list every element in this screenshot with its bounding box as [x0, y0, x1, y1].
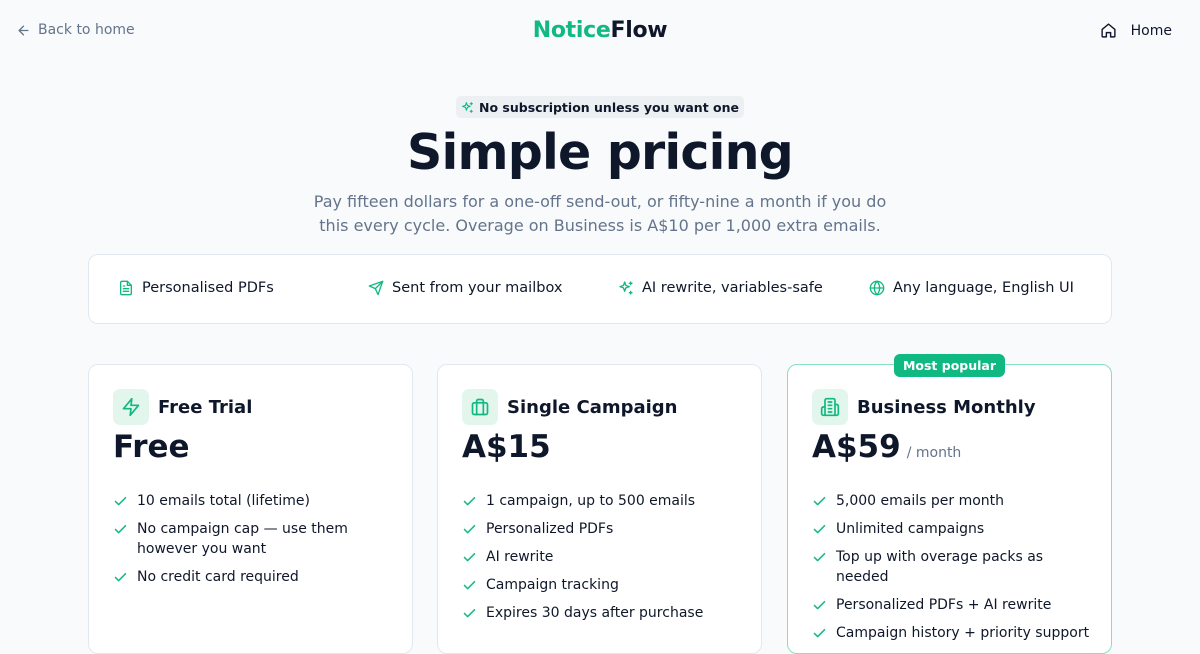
features-strip: Personalised PDFs Sent from your mailbox… [88, 254, 1112, 324]
plan-feature-item: Campaign tracking [462, 575, 742, 595]
plan-feature-item: 5,000 emails per month [812, 491, 1092, 511]
feature-personalised-pdfs: Personalised PDFs [118, 280, 274, 296]
plan-icon-box [462, 389, 498, 425]
feature-sent-from-mailbox: Sent from your mailbox [368, 280, 562, 296]
plan-card-single-campaign: Single Campaign A$15 1 campaign, up to 5… [437, 364, 762, 654]
plan-feature-text: 5,000 emails per month [836, 493, 1005, 509]
plan-feature-text: No credit card required [137, 569, 299, 585]
plan-name: Free Trial [158, 396, 253, 418]
check-icon [463, 496, 476, 506]
feature-any-language: Any language, English UI [869, 280, 1074, 296]
plan-feature-text: Expires 30 days after purchase [486, 605, 704, 621]
feature-label: Sent from your mailbox [392, 280, 563, 296]
plan-feature-item: Campaign history + priority support [812, 623, 1092, 643]
plan-feature-text: 10 emails total (lifetime) [137, 493, 310, 509]
plan-feature-text: Campaign history + priority support [836, 625, 1090, 641]
plan-feature-text: Unlimited campaigns [836, 521, 985, 537]
plan-feature-text: Personalized PDFs + AI rewrite [836, 597, 1052, 613]
zap-icon [122, 397, 140, 417]
check-icon [114, 524, 127, 534]
plan-feature-item: Unlimited campaigns [812, 519, 1092, 539]
plan-feature-text: 1 campaign, up to 500 emails [486, 493, 696, 509]
plan-icon-box [812, 389, 848, 425]
plan-feature-text: No campaign cap — use them however you w… [137, 521, 348, 557]
plan-feature-item: 10 emails total (lifetime) [113, 491, 393, 511]
plan-name: Business Monthly [857, 396, 1036, 418]
top-navigation: Back to home NoticeFlow Home [0, 0, 1200, 64]
sparkles-icon [462, 101, 473, 113]
logo-part-notice: Notice [532, 18, 611, 43]
plan-feature-item: Top up with overage packs as needed [812, 547, 1092, 587]
building-icon [820, 397, 840, 417]
briefcase-icon [471, 398, 489, 416]
plan-feature-item: 1 campaign, up to 500 emails [462, 491, 742, 511]
plan-header: Business Monthly [812, 389, 1036, 425]
plan-icon-box [113, 389, 149, 425]
send-icon [368, 280, 384, 296]
badge-label: No subscription unless you want one [479, 99, 739, 115]
check-icon [463, 580, 476, 590]
plan-feature-text: Campaign tracking [486, 577, 619, 593]
plan-feature-item: Personalized PDFs [462, 519, 742, 539]
plan-feature-item: Personalized PDFs + AI rewrite [812, 595, 1092, 615]
check-icon [813, 600, 826, 610]
globe-icon [869, 280, 885, 296]
feature-label: Personalised PDFs [142, 280, 274, 296]
check-icon [114, 572, 127, 582]
plan-price-row: A$15 [462, 429, 551, 465]
sparkles-icon [619, 281, 633, 295]
home-icon [1101, 23, 1116, 38]
feature-ai-rewrite: AI rewrite, variables-safe [618, 280, 823, 296]
plan-feature-text: AI rewrite [486, 549, 554, 565]
plan-feature-item: No campaign cap — use them however you w… [113, 519, 393, 559]
check-icon [463, 524, 476, 534]
plan-card-business-monthly: Business Monthly A$59 / month 5,000 emai… [787, 364, 1112, 654]
plan-feature-list: 1 campaign, up to 500 emails Personalize… [462, 491, 742, 631]
plan-feature-item: Expires 30 days after purchase [462, 603, 742, 623]
check-icon [463, 552, 476, 562]
check-icon [813, 496, 826, 506]
plan-price-row: Free [113, 429, 190, 465]
plan-period: / month [906, 445, 962, 461]
plan-price: Free [113, 429, 190, 465]
plan-feature-text: Personalized PDFs [486, 521, 614, 537]
plan-feature-list: 5,000 emails per month Unlimited campaig… [812, 491, 1092, 651]
plan-price: A$15 [462, 429, 551, 465]
logo[interactable]: NoticeFlow [0, 18, 1200, 43]
feature-label: AI rewrite, variables-safe [642, 280, 823, 296]
plan-price: A$59 [812, 429, 901, 465]
home-link-label: Home [1130, 22, 1172, 39]
plan-name: Single Campaign [507, 396, 678, 418]
plan-header: Single Campaign [462, 389, 678, 425]
plan-price-row: A$59 / month [812, 429, 961, 465]
page-title: Simple pricing [407, 124, 794, 181]
plan-header: Free Trial [113, 389, 252, 425]
check-icon [813, 628, 826, 638]
check-icon [813, 552, 826, 562]
no-subscription-badge: No subscription unless you want one [456, 96, 744, 118]
file-text-icon [120, 280, 132, 296]
home-link[interactable]: Home [1100, 22, 1172, 39]
plan-feature-text: Top up with overage packs as needed [836, 549, 1044, 585]
check-icon [813, 524, 826, 534]
logo-part-flow: Flow [610, 18, 668, 43]
page-subtitle: Pay fifteen dollars for a one-off send-o… [313, 192, 887, 235]
most-popular-badge: Most popular [894, 354, 1005, 377]
plan-feature-item: AI rewrite [462, 547, 742, 567]
feature-label: Any language, English UI [893, 280, 1074, 296]
check-icon [463, 608, 476, 618]
plan-feature-item: No credit card required [113, 567, 393, 587]
check-icon [114, 496, 127, 506]
plan-feature-list: 10 emails total (lifetime) No campaign c… [113, 491, 393, 595]
plan-card-free-trial: Free Trial Free 10 emails total (lifetim… [88, 364, 413, 654]
